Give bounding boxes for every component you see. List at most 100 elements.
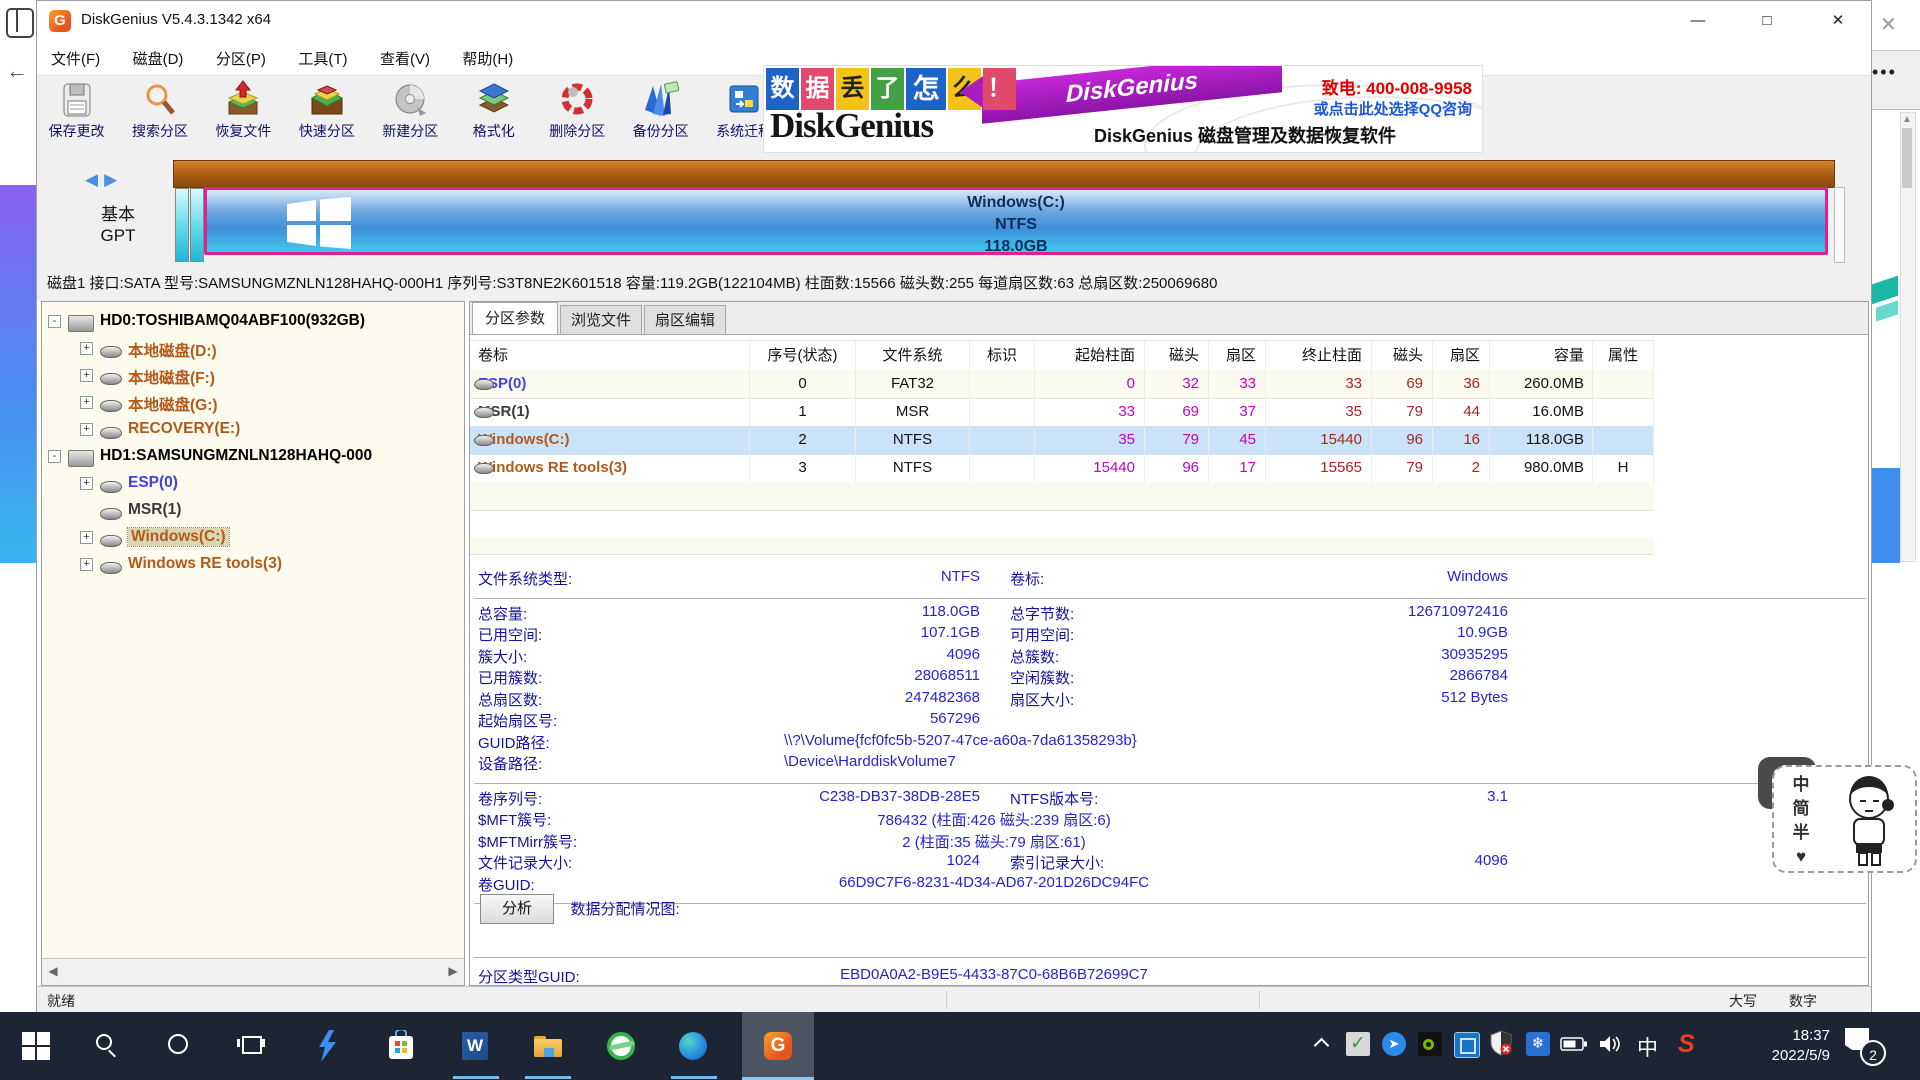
tree-item-windows-re[interactable]: + Windows RE tools(3) — [42, 551, 464, 578]
disk-nav-arrows[interactable]: ◀▶ — [85, 170, 123, 190]
tree-item-hd0[interactable]: - HD0:TOSHIBAMQ04ABF100(932GB) — [42, 308, 464, 335]
table-row-windows-c-selected[interactable]: Windows(C:)2NTFS357945154409616118.0GB — [470, 426, 1654, 455]
task-view-button[interactable] — [228, 1012, 276, 1080]
security-tray-icon[interactable] — [1490, 1030, 1512, 1061]
menu-help[interactable]: 帮助(H) — [448, 41, 527, 69]
expand-icon[interactable]: + — [80, 342, 93, 355]
analyze-button[interactable]: 分析 — [480, 894, 554, 924]
start-button[interactable] — [12, 1012, 60, 1080]
ime-mode-chinese[interactable]: 中 — [1790, 773, 1812, 797]
tab-partition-params[interactable]: 分区参数 — [472, 302, 558, 334]
expand-icon[interactable]: + — [80, 531, 93, 544]
expand-icon[interactable]: + — [80, 423, 93, 436]
delete-partition-button[interactable]: 删除分区 — [538, 76, 617, 141]
menu-disk[interactable]: 磁盘(D) — [119, 41, 198, 69]
edge-button[interactable] — [670, 1012, 718, 1080]
pinned-app-bolt[interactable] — [303, 1012, 351, 1080]
tree-item-windows-c[interactable]: + Windows(C:) — [42, 524, 464, 551]
save-changes-button[interactable]: 保存更改 — [37, 76, 116, 141]
tree-item-hd1[interactable]: - HD1:SAMSUNGMZNLN128HAHQ-000 — [42, 443, 464, 470]
tree-item-local-d[interactable]: + 本地磁盘(D:) — [42, 335, 464, 362]
quick-partition-button[interactable]: 快速分区 — [287, 76, 366, 141]
tray-cloud-icon[interactable]: ➤ — [1382, 1032, 1406, 1056]
file-explorer-button[interactable] — [524, 1012, 572, 1080]
esp-partition-block[interactable] — [175, 188, 189, 262]
backup-partition-button[interactable]: 备份分区 — [621, 76, 700, 141]
table-row-windows-re[interactable]: Windows RE tools(3)3NTFS1544096171556579… — [470, 454, 1654, 483]
detail-row: 总扇区数:247482368扇区大小:512 Bytes — [474, 689, 1866, 711]
collapse-icon[interactable]: - — [48, 450, 61, 463]
tree-item-recovery-e[interactable]: + RECOVERY(E:) — [42, 416, 464, 443]
maximize-button[interactable]: □ — [1746, 6, 1788, 36]
battery-tray-icon[interactable] — [1560, 1036, 1588, 1057]
store-button[interactable] — [378, 1012, 426, 1080]
store-icon — [388, 1030, 414, 1060]
table-row-msr[interactable]: MSR(1)1MSR33693735794416.0MB — [470, 398, 1654, 427]
table-row-esp[interactable]: ESP(0)0FAT3203233336936260.0MB — [470, 370, 1654, 399]
ime-mode-simplified[interactable]: 简 — [1790, 797, 1812, 821]
expand-icon[interactable]: + — [80, 396, 93, 409]
tab-sector-edit[interactable]: 扇区编辑 — [644, 305, 726, 334]
word-button[interactable]: W — [452, 1012, 500, 1080]
scroll-left-icon[interactable]: ◀ — [42, 959, 64, 984]
more-options-icon[interactable]: ••• — [1872, 62, 1897, 83]
tray-update-icon[interactable]: ✓ — [1346, 1032, 1370, 1056]
close-button[interactable]: ✕ — [1817, 6, 1859, 36]
disk-header-strip[interactable] — [173, 160, 1835, 188]
harddisk-icon — [68, 315, 94, 332]
format-button[interactable]: 格式化 — [454, 76, 533, 141]
tree-item-msr[interactable]: MSR(1) — [42, 497, 464, 524]
banner-tile: 数 — [766, 68, 799, 110]
tree-horizontal-scrollbar[interactable]: ◀ ▶ — [42, 958, 464, 985]
expand-icon[interactable]: + — [80, 369, 93, 382]
notification-badge[interactable]: 2 — [1860, 1040, 1886, 1066]
tab-browse-files[interactable]: 浏览文件 — [560, 305, 642, 334]
search-icon — [96, 1034, 112, 1050]
menu-partition[interactable]: 分区(P) — [202, 41, 280, 69]
background-close-icon[interactable]: ✕ — [1880, 12, 1897, 37]
new-partition-button[interactable]: 新建分区 — [371, 76, 450, 141]
nvidia-tray-icon[interactable] — [1418, 1032, 1442, 1056]
expand-icon[interactable]: + — [80, 558, 93, 571]
banner-qq-link[interactable]: 或点击此处选择QQ咨询 — [1314, 98, 1472, 119]
cortana-icon — [168, 1034, 188, 1054]
diskgenius-taskbar-button[interactable]: G — [742, 1012, 814, 1080]
volume-tray-icon[interactable] — [1598, 1034, 1622, 1059]
collapse-icon[interactable]: - — [48, 315, 61, 328]
tree-item-local-g[interactable]: + 本地磁盘(G:) — [42, 389, 464, 416]
green-browser-button[interactable] — [598, 1012, 646, 1080]
cortana-button[interactable] — [156, 1012, 204, 1080]
table-row-empty — [470, 538, 1654, 555]
msr-partition-block[interactable] — [190, 188, 204, 262]
windows-logo-icon — [287, 197, 351, 249]
scroll-right-icon[interactable]: ▶ — [442, 959, 464, 984]
ime-mode-halfwidth[interactable]: 半 — [1790, 821, 1812, 845]
snowflake-tray-icon[interactable]: ❄ — [1526, 1032, 1550, 1056]
search-partition-button[interactable]: 搜索分区 — [120, 76, 199, 141]
taskbar-search-button[interactable] — [84, 1012, 132, 1080]
promo-banner[interactable]: 数 据 丢 了 怎 么 ！ DiskGenius 致电: 400-008-995… — [763, 65, 1483, 153]
intel-tray-icon[interactable] — [1454, 1032, 1480, 1058]
ime-heart-icon[interactable]: ♥ — [1790, 845, 1812, 869]
sogou-tray-icon[interactable]: S — [1678, 1030, 1695, 1059]
ime-mode-column[interactable]: 中 简 半 ♥ — [1790, 773, 1812, 869]
taskbar-clock[interactable]: 18:37 2022/5/9 — [1738, 1026, 1830, 1066]
scroll-up-icon[interactable]: ▲ — [1902, 114, 1912, 125]
ime-indicator[interactable]: 中 — [1637, 1032, 1658, 1062]
menu-file[interactable]: 文件(F) — [37, 41, 114, 69]
disk-graph-scrollbar[interactable] — [1834, 187, 1845, 263]
recover-files-button[interactable]: 恢复文件 — [204, 76, 283, 141]
expand-icon[interactable]: + — [80, 477, 93, 490]
tree-item-esp[interactable]: + ESP(0) — [42, 470, 464, 497]
windows-c-partition-block[interactable]: Windows(C:) NTFS 118.0GB — [204, 187, 1828, 255]
minimize-button[interactable]: — — [1677, 6, 1719, 36]
menu-view[interactable]: 查看(V) — [366, 41, 444, 69]
tree-item-local-f[interactable]: + 本地磁盘(F:) — [42, 362, 464, 389]
tray-chevron-button[interactable] — [1316, 1036, 1330, 1050]
scrollbar-thumb[interactable] — [1902, 128, 1912, 188]
back-arrow-icon[interactable]: ← — [6, 58, 28, 84]
ime-floating-widget[interactable]: 中 简 半 ♥ — [1772, 765, 1917, 873]
menu-tools[interactable]: 工具(T) — [284, 41, 361, 69]
partition-scheme-label: GPT — [73, 226, 163, 246]
partition-icon — [100, 535, 122, 547]
